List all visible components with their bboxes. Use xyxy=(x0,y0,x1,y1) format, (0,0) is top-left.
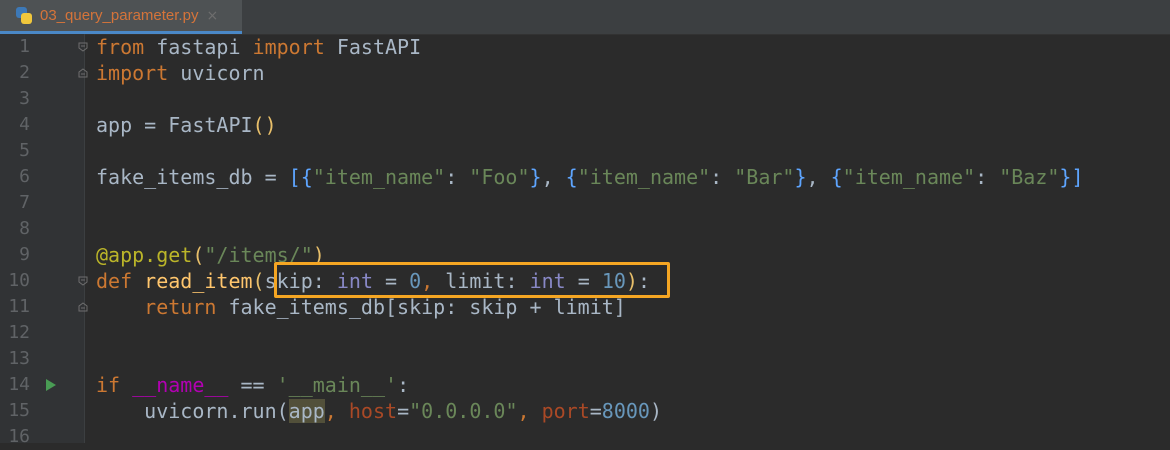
close-icon[interactable]: × xyxy=(206,8,218,24)
file-tab[interactable]: 03_query_parameter.py × xyxy=(0,0,242,34)
code-line: 7 xyxy=(0,190,1170,216)
code-line: 8 xyxy=(0,216,1170,242)
code-line: 5 xyxy=(0,138,1170,164)
line-number: 2 xyxy=(19,62,30,83)
code-line: 16 xyxy=(0,424,1170,450)
fold-icon[interactable] xyxy=(78,276,88,286)
line-number: 8 xyxy=(19,218,30,239)
code-editor[interactable]: 1 from fastapi import FastAPI 2 import u… xyxy=(0,34,1170,447)
line-number: 3 xyxy=(19,88,30,109)
line-number: 10 xyxy=(8,270,30,291)
run-icon[interactable] xyxy=(46,379,56,391)
code-line: 1 from fastapi import FastAPI xyxy=(0,34,1170,60)
code-line: 4 app = FastAPI() xyxy=(0,112,1170,138)
code-line: 14 if __name__ == '__main__': xyxy=(0,372,1170,398)
line-number: 7 xyxy=(19,192,30,213)
line-number: 12 xyxy=(8,322,30,343)
line-number: 11 xyxy=(8,296,30,317)
code-line: 13 xyxy=(0,346,1170,372)
line-number: 4 xyxy=(19,114,30,135)
tab-filename: 03_query_parameter.py xyxy=(40,7,199,24)
code-line: 6 fake_items_db = [{"item_name": "Foo"},… xyxy=(0,164,1170,190)
line-number: 6 xyxy=(19,166,30,187)
fold-end-icon[interactable] xyxy=(78,302,88,312)
fold-end-icon[interactable] xyxy=(78,68,88,78)
code-line: 12 xyxy=(0,320,1170,346)
editor-tab-bar: 03_query_parameter.py × xyxy=(0,0,1170,35)
line-number: 5 xyxy=(19,140,30,161)
code-line: 2 import uvicorn xyxy=(0,60,1170,86)
line-number: 1 xyxy=(19,36,30,57)
fold-icon[interactable] xyxy=(78,42,88,52)
line-number: 14 xyxy=(8,374,30,395)
line-number: 13 xyxy=(8,348,30,369)
code-line: 15 uvicorn.run(app, host="0.0.0.0", port… xyxy=(0,398,1170,424)
parameter-highlight-box xyxy=(274,262,670,298)
line-number: 9 xyxy=(19,244,30,265)
line-number: 15 xyxy=(8,400,30,421)
line-number: 16 xyxy=(8,426,30,447)
python-file-icon xyxy=(14,6,34,26)
code-line: 3 xyxy=(0,86,1170,112)
